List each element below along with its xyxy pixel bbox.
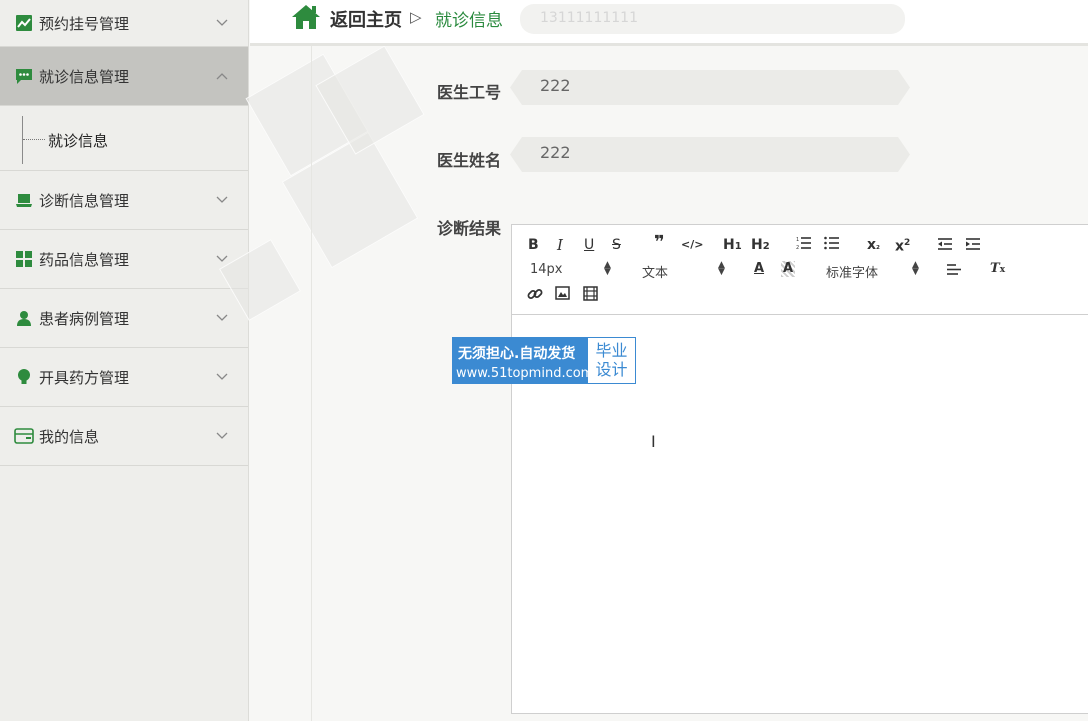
- watermark-right1: 毕业: [595, 341, 628, 360]
- breadcrumb-current: 就诊信息: [435, 11, 503, 31]
- video-icon[interactable]: [583, 286, 598, 306]
- background-color-icon[interactable]: A: [781, 261, 796, 277]
- doctor-id-label: 医生工号: [437, 83, 502, 102]
- select-arrows-icon: ▲ ▼: [604, 260, 611, 277]
- doctor-id-field[interactable]: 222: [510, 70, 910, 105]
- underline-icon[interactable]: U: [584, 237, 594, 253]
- grid-icon: [14, 249, 34, 269]
- select-arrows-icon: ▲ ▼: [912, 260, 919, 277]
- doctor-name-field[interactable]: 222: [510, 137, 910, 172]
- sidebar-item-medicine[interactable]: 药品信息管理: [0, 230, 248, 289]
- chevron-down-icon: [216, 314, 228, 321]
- text-cursor-icon: I: [651, 432, 656, 451]
- monitor-icon: [14, 190, 34, 210]
- bullet-list-icon[interactable]: [824, 236, 840, 255]
- bold-icon[interactable]: B: [528, 237, 539, 253]
- indent-icon[interactable]: [965, 237, 981, 256]
- sidebar-item-appointment[interactable]: 预约挂号管理: [0, 0, 248, 47]
- sidebar-item-label: 开具药方管理: [39, 368, 130, 387]
- font-color-icon[interactable]: A: [754, 261, 764, 277]
- sidebar-item-diagnosis[interactable]: 诊断信息管理: [0, 171, 248, 230]
- font-size-value: 14px: [530, 262, 563, 277]
- bulb-icon: [14, 367, 34, 387]
- superscript-icon[interactable]: x2: [895, 235, 910, 255]
- sidebar-item-label: 我的信息: [39, 427, 100, 446]
- heading2-icon[interactable]: H2: [751, 237, 770, 255]
- watermark-right: 毕业 设计: [588, 338, 635, 383]
- rich-text-editor: B I U S ❞ </> H1 H2 12 x₂ x2 14px ▲ ▼ 文本 …: [511, 224, 1088, 714]
- ordered-list-icon[interactable]: 12: [796, 236, 812, 255]
- select-arrows-icon: ▲ ▼: [718, 260, 725, 277]
- tree-line: [22, 116, 23, 164]
- chart-line-icon: [14, 13, 34, 33]
- watermark-line2: www.51topmind.com: [456, 366, 594, 381]
- font-family-select[interactable]: 标准字体 ▲ ▼: [826, 260, 921, 282]
- watermark-left: 无须担心.自动发货 www.51topmind.com: [453, 338, 593, 383]
- sidebar-item-my-info[interactable]: 我的信息: [0, 407, 248, 466]
- message-icon: [14, 66, 34, 86]
- watermark-right2: 设计: [595, 360, 628, 379]
- code-icon[interactable]: </>: [681, 237, 703, 253]
- blockquote-icon[interactable]: ❞: [654, 234, 665, 252]
- font-family-value: 标准字体: [826, 266, 879, 281]
- breadcrumb-separator: ▷: [410, 8, 422, 26]
- link-icon[interactable]: [527, 286, 543, 307]
- content-divider: [311, 46, 312, 721]
- chevron-down-icon: [216, 255, 228, 262]
- home-link[interactable]: 返回主页: [330, 6, 402, 32]
- ghost-field: 13111111111: [520, 4, 905, 34]
- chevron-down-icon: [216, 196, 228, 203]
- outdent-icon[interactable]: [937, 237, 953, 256]
- diagnosis-label: 诊断结果: [437, 219, 502, 238]
- sidebar-item-label: 预约挂号管理: [39, 14, 130, 33]
- subscript-icon[interactable]: x₂: [867, 237, 880, 255]
- heading1-icon[interactable]: H1: [723, 237, 742, 255]
- editor-toolbar: B I U S ❞ </> H1 H2 12 x₂ x2 14px ▲ ▼ 文本 …: [512, 225, 1088, 315]
- format-value: 文本: [642, 266, 669, 281]
- home-icon[interactable]: [290, 3, 322, 31]
- svg-text:2: 2: [796, 245, 799, 250]
- sidebar-item-label: 药品信息管理: [39, 250, 130, 269]
- sidebar-item-prescription[interactable]: 开具药方管理: [0, 348, 248, 407]
- sidebar-item-visit-info[interactable]: 就诊信息管理: [0, 47, 248, 106]
- sidebar-item-label: 患者病例管理: [39, 309, 130, 328]
- strikethrough-icon[interactable]: S: [612, 237, 621, 253]
- watermark-badge: 无须担心.自动发货 www.51topmind.com 毕业 设计: [452, 337, 636, 384]
- chevron-down-icon: [216, 432, 228, 439]
- submenu-visit-info: 就诊信息: [0, 106, 248, 171]
- card-icon: [14, 426, 34, 446]
- user-icon: [14, 308, 34, 328]
- tree-branch: [23, 139, 45, 140]
- doctor-name-label: 医生姓名: [437, 151, 502, 170]
- font-size-select[interactable]: 14px ▲ ▼: [530, 260, 612, 278]
- svg-text:1: 1: [796, 237, 799, 243]
- clear-format-icon[interactable]: Tx: [990, 261, 1005, 278]
- sidebar-item-label: 就诊信息管理: [39, 67, 130, 86]
- chevron-down-icon: [216, 373, 228, 380]
- italic-icon[interactable]: I: [557, 237, 563, 253]
- watermark-line1: 无须担心.自动发货: [458, 346, 576, 362]
- sidebar-subitem-visit-info[interactable]: 就诊信息: [48, 130, 108, 151]
- align-left-icon[interactable]: [946, 263, 962, 281]
- sidebar-item-label: 诊断信息管理: [39, 191, 130, 210]
- sidebar-item-patient-records[interactable]: 患者病例管理: [0, 289, 248, 348]
- sidebar: 预约挂号管理 就诊信息管理 就诊信息 诊断信息管理 药品信息管理 患者病例管理: [0, 0, 249, 721]
- chevron-down-icon: [216, 19, 228, 26]
- image-icon[interactable]: [555, 286, 570, 305]
- chevron-up-icon: [216, 73, 228, 80]
- format-select[interactable]: 文本 ▲ ▼: [642, 260, 725, 282]
